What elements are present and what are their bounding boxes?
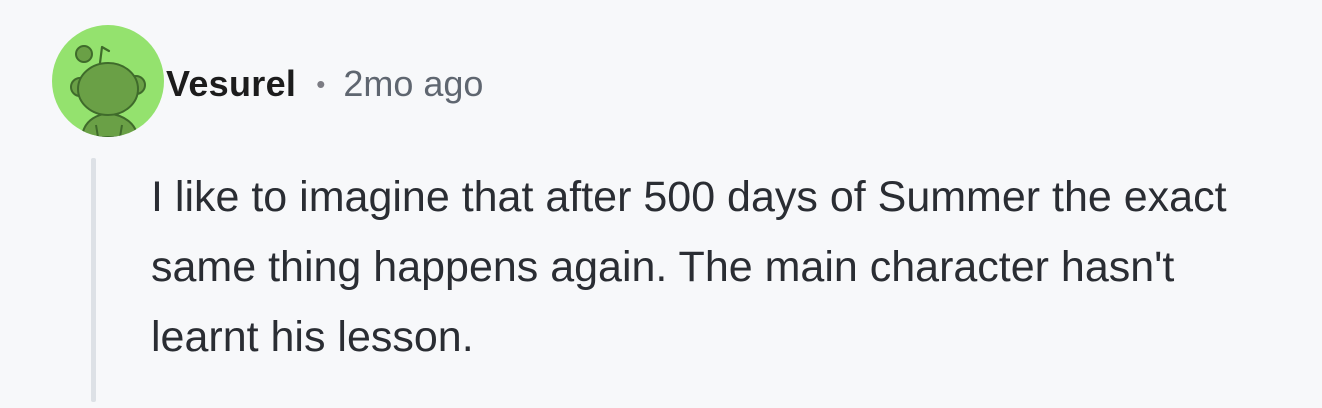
username-link[interactable]: Vesurel	[166, 63, 296, 105]
thread-line[interactable]	[91, 158, 96, 402]
comment-meta: Vesurel • 2mo ago	[166, 62, 483, 106]
comment-body: I like to imagine that after 500 days of…	[151, 173, 1227, 361]
reddit-snoo-avatar-icon	[52, 25, 164, 137]
meta-separator: •	[316, 68, 326, 99]
avatar[interactable]	[52, 25, 164, 137]
timestamp[interactable]: 2mo ago	[343, 63, 483, 105]
comment: Vesurel • 2mo ago I like to imagine that…	[0, 0, 1322, 408]
